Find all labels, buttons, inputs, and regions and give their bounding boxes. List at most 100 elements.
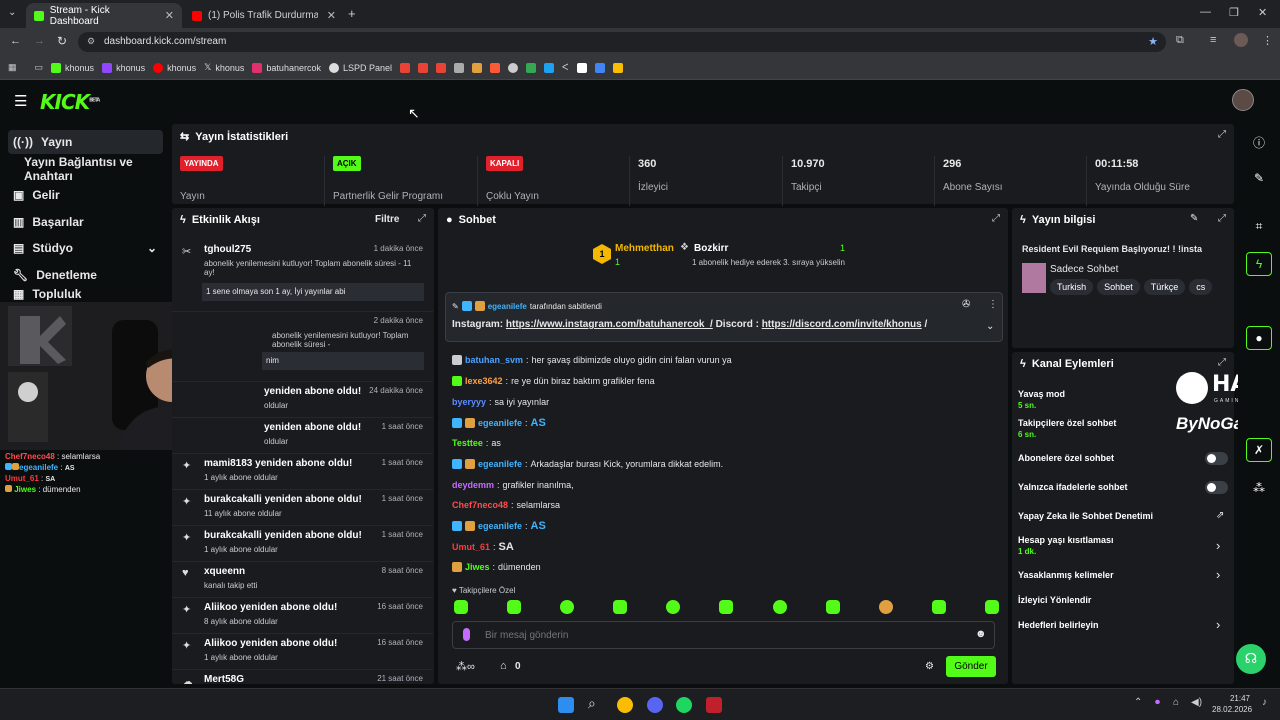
tray-chevron-icon[interactable]: ⌃ [1134, 697, 1142, 708]
bookmark-twitch[interactable]: khonus [102, 62, 145, 73]
chat-username[interactable]: egeanilefe [478, 418, 522, 428]
sidebar-item-studyo[interactable]: ▤ Stüdyo ⌄ [8, 236, 163, 260]
action-raid[interactable]: İzleyici Yönlendir [1018, 595, 1091, 605]
chat-username[interactable]: Chef7neco48 [452, 500, 508, 510]
emote-icon[interactable] [984, 600, 999, 614]
maximize-icon[interactable]: ❐ [1229, 6, 1239, 19]
url-input[interactable]: ⚙ dashboard.kick.com/stream ★ [78, 32, 1166, 52]
close-tab-icon[interactable]: ✕ [327, 9, 336, 22]
chat-username[interactable]: batuhan_svm [465, 355, 523, 365]
forward-icon[interactable]: → [34, 35, 45, 47]
edit-icon[interactable]: ✎ [1190, 213, 1198, 224]
sidebar-item-yayin[interactable]: ((·)) Yayın [8, 130, 163, 154]
tag-chip[interactable]: Sohbet [1097, 279, 1140, 295]
top-gifter-name[interactable]: Mehmetthan [615, 243, 674, 254]
microphone-icon[interactable] [463, 628, 470, 641]
category-name[interactable]: Sadece Sohbet [1050, 264, 1118, 275]
lightning-icon[interactable]: ϟ [1246, 252, 1272, 276]
info-icon[interactable]: ⓘ [1246, 130, 1272, 154]
bookmark-star-icon[interactable]: ★ [1148, 35, 1158, 48]
search-icon[interactable]: ⌕ [588, 695, 596, 712]
chat-username[interactable]: deydemm [452, 480, 494, 490]
subscribers-only-toggle[interactable] [1205, 452, 1228, 465]
action-slow-mode[interactable]: Yavaş mod 5 sn. [1018, 389, 1065, 410]
bookmark-icon[interactable] [508, 62, 518, 73]
community-icon[interactable]: ⁂ [1246, 476, 1272, 500]
discord-icon[interactable] [647, 697, 663, 713]
chat-bubble-icon[interactable]: ● [1246, 326, 1272, 350]
screen-capture-icon[interactable]: ⌗ [1246, 214, 1272, 238]
user-avatar[interactable] [1232, 89, 1254, 111]
chevron-down-icon[interactable]: ⌄ [986, 321, 994, 332]
emotes-only-toggle[interactable] [1205, 481, 1228, 494]
back-icon[interactable]: ← [10, 35, 21, 47]
sidebar-item-gelir[interactable]: ▣ Gelir [8, 183, 163, 207]
emote-icon[interactable] [878, 600, 893, 614]
unpin-icon[interactable]: ✇ [962, 299, 970, 310]
kick-logo[interactable]: KICKBETA [40, 90, 100, 114]
expand-icon[interactable]: ⤢ [992, 213, 1000, 224]
action-followers-only[interactable]: Takipçilere özel sohbet 6 sn. [1018, 418, 1116, 439]
tag-chip[interactable]: Turkish [1050, 279, 1094, 295]
emote-icon[interactable] [772, 600, 787, 614]
extensions-icon[interactable]: ⧉ [1176, 34, 1184, 47]
discord-link[interactable]: https://discord.com/invite/khonus [762, 319, 922, 330]
emote-icon[interactable] [825, 600, 840, 614]
drive-icon[interactable] [594, 62, 605, 73]
tab-list-icon[interactable]: ⌄ [8, 7, 16, 18]
bookmark-icon[interactable] [490, 62, 500, 73]
chat-username[interactable]: byeryyy [452, 397, 486, 407]
chat-username[interactable]: lexe3642 [465, 376, 503, 386]
network-icon[interactable]: ⌂ [1173, 697, 1179, 708]
gmail-icon[interactable] [400, 62, 410, 73]
doc-icon[interactable] [454, 62, 464, 73]
apps-icon[interactable]: ▦ [8, 62, 17, 73]
chevron-right-icon[interactable]: › [1216, 538, 1220, 553]
menu-icon[interactable]: ⋮ [1262, 34, 1273, 47]
close-window-icon[interactable]: ✕ [1258, 6, 1267, 19]
hamburger-menu-icon[interactable]: ☰ [14, 92, 27, 110]
volume-icon[interactable]: ◀) [1191, 697, 1202, 708]
top-gifter-name[interactable]: Bozkirr [694, 243, 728, 254]
tab-kick-dashboard[interactable]: Stream - Kick Dashboard ✕ [26, 3, 182, 28]
more-icon[interactable]: ⋮ [988, 299, 998, 310]
chat-username[interactable]: Umut_61 [452, 542, 490, 552]
profile-avatar[interactable] [1234, 33, 1248, 47]
chat-input[interactable]: ☻ [452, 621, 995, 649]
chevron-right-icon[interactable]: › [1216, 617, 1220, 632]
emote-icon[interactable] [666, 600, 681, 614]
emote-icon[interactable] [613, 600, 628, 614]
folder-icon[interactable]: ▭ [35, 62, 44, 73]
new-tab-icon[interactable]: + [348, 6, 356, 21]
gmail-icon[interactable] [436, 62, 446, 73]
chat-username[interactable]: egeanilefe [478, 459, 522, 469]
filter-button[interactable]: Filtre [375, 214, 399, 225]
bookmark-icon[interactable] [576, 62, 587, 73]
wrench-icon[interactable]: ✗ [1246, 438, 1272, 462]
chat-message-field[interactable] [485, 627, 955, 643]
emote-icon[interactable] [560, 600, 575, 614]
sheets-icon[interactable] [526, 62, 536, 73]
chat-username[interactable]: Testtee [452, 438, 483, 448]
emote-icon[interactable] [931, 600, 946, 614]
infinity-points-icon[interactable]: ⁂∞ [456, 660, 475, 673]
instagram-link[interactable]: https://www.instagram.com/batuhanercok_/ [506, 319, 713, 330]
bookmark-kick[interactable]: khonus [51, 62, 94, 73]
action-account-age[interactable]: Hesap yaşı kısıtlaması 1 dk. [1018, 535, 1114, 556]
sidebar-item-basarilar[interactable]: ▥ Başarılar [8, 210, 163, 234]
expand-icon[interactable]: ⤢ [1218, 213, 1226, 224]
bookmark-icon[interactable]: ᐸ [562, 62, 569, 73]
action-banned-words[interactable]: Yasaklanmış kelimeler [1018, 570, 1114, 580]
expand-icon[interactable]: ⤢ [1218, 129, 1226, 140]
bookmark-instagram[interactable]: batuhanercok [252, 62, 321, 73]
bookmark-x[interactable]: 𝕏khonus [204, 62, 244, 73]
tab-youtube[interactable]: (1) Polis Trafik Durdurmasında / ✕ [184, 3, 344, 28]
chrome-icon[interactable] [617, 697, 633, 713]
action-ai-moderation[interactable]: Yapay Zeka ile Sohbet Denetimi [1018, 511, 1153, 521]
emoji-icon[interactable]: ☻ [975, 628, 987, 640]
chat-username[interactable]: egeanilefe [478, 521, 522, 531]
site-info-icon[interactable]: ⚙ [87, 36, 95, 47]
emote-icon[interactable] [719, 600, 734, 614]
drive-icon[interactable] [612, 62, 623, 73]
spotify-icon[interactable] [676, 697, 692, 713]
